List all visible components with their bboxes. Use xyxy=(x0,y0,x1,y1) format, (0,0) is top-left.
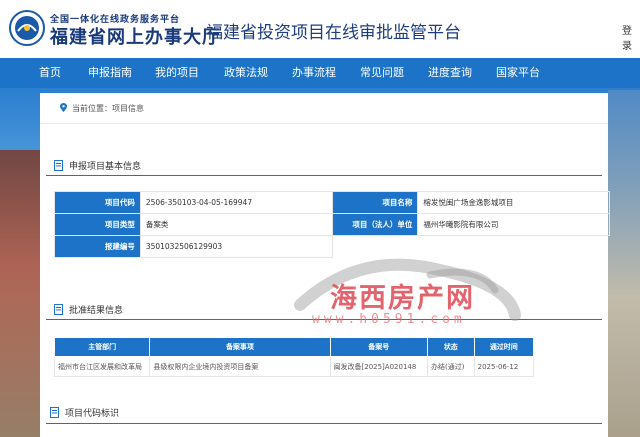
basic-info-title-text: 申报项目基本信息 xyxy=(69,162,142,172)
location-pin-icon xyxy=(60,103,67,112)
legal-unit-value: 福州华曦影院有限公司 xyxy=(417,213,610,236)
platform-title: 福建省投资项目在线审批监管平台 xyxy=(206,23,461,43)
table-cell: 县级权限内企业境内投资项目备案 xyxy=(149,356,331,377)
project-code-value: 2506-350103-04-05-169947 xyxy=(139,191,333,214)
section-underline xyxy=(46,175,602,176)
login-link[interactable]: 登录 xyxy=(622,22,640,52)
hall-logo-icon[interactable] xyxy=(8,9,46,47)
nav-item-process[interactable]: 办事流程 xyxy=(292,58,336,88)
project-type-label: 项目类型 xyxy=(54,213,141,236)
table-row: 项目代码 2506-350103-04-05-169947 项目名称 榕发悦闽广… xyxy=(54,191,610,214)
tower-image-right xyxy=(608,90,640,437)
approval-title-text: 批准结果信息 xyxy=(69,306,124,316)
col-header: 状态 xyxy=(427,337,475,357)
watermark-url: www.h0591.com xyxy=(312,312,466,327)
project-name-value: 榕发悦闽广场金逸影城项目 xyxy=(417,191,610,214)
empty-cell xyxy=(332,236,418,258)
project-code-label: 项目代码 xyxy=(54,191,141,214)
logo-title: 福建省网上办事大厅 xyxy=(50,27,221,48)
main-nav: 首页 申报指南 我的项目 政策法规 办事流程 常见问题 进度查询 国家平台 xyxy=(0,58,640,88)
report-no-value: 3501032506129903 xyxy=(139,235,333,258)
document-icon xyxy=(54,160,63,171)
nav-item-my-projects[interactable]: 我的项目 xyxy=(155,58,199,88)
table-cell: 福州市台江区发展和改革局 xyxy=(53,356,151,377)
table-cell: 闽发改备[2025]A020148 xyxy=(329,356,429,377)
table-row: 报建编号 3501032506129903 xyxy=(54,235,610,258)
col-header: 备案号 xyxy=(329,337,429,357)
nav-item-guide[interactable]: 申报指南 xyxy=(88,58,132,88)
legal-unit-label: 项目（法人）单位 xyxy=(331,213,419,236)
col-header: 通过时间 xyxy=(473,337,535,357)
basic-info-title: 申报项目基本信息 xyxy=(54,159,141,172)
project-name-label: 项目名称 xyxy=(331,191,419,214)
watermark-text: 海西房产网 xyxy=(330,283,475,314)
report-no-label: 报建编号 xyxy=(54,235,141,258)
document-icon xyxy=(50,407,59,418)
code-identifier-title-text: 项目代码标识 xyxy=(65,409,120,419)
code-identifier-title: 项目代码标识 xyxy=(50,406,119,419)
tower-image-left xyxy=(0,150,45,437)
table-cell: 2025-06-12 xyxy=(473,356,535,377)
empty-cell xyxy=(418,236,610,258)
approval-table: 主管部门 备案事项 备案号 状态 通过时间 福州市台江区发展和改革局 县级权限内… xyxy=(53,337,535,377)
document-icon xyxy=(54,304,63,315)
nav-item-faq[interactable]: 常见问题 xyxy=(360,58,404,88)
nav-item-progress[interactable]: 进度查询 xyxy=(428,58,472,88)
content-card: 当前位置：项目信息 申报项目基本信息 项目代码 2506-350103-04-0… xyxy=(40,93,610,437)
col-header: 备案事项 xyxy=(149,337,331,357)
basic-info-table: 项目代码 2506-350103-04-05-169947 项目名称 榕发悦闽广… xyxy=(54,191,610,258)
breadcrumb-text: 当前位置：项目信息 xyxy=(72,104,144,113)
nav-item-policies[interactable]: 政策法规 xyxy=(224,58,268,88)
breadcrumb: 当前位置：项目信息 xyxy=(60,103,144,114)
approval-title: 批准结果信息 xyxy=(54,303,123,316)
nav-item-national[interactable]: 国家平台 xyxy=(496,58,540,88)
project-type-value: 备案类 xyxy=(139,213,333,236)
table-cell: 办结(通过) xyxy=(427,356,475,377)
table-header-row: 主管部门 备案事项 备案号 状态 通过时间 xyxy=(53,337,535,357)
section-underline xyxy=(46,423,602,424)
header: 全国一体化在线政务服务平台 福建省网上办事大厅 福建省投资项目在线审批监管平台 … xyxy=(0,0,640,58)
col-header: 主管部门 xyxy=(53,337,151,357)
table-row: 项目类型 备案类 项目（法人）单位 福州华曦影院有限公司 xyxy=(54,213,610,236)
nav-item-home[interactable]: 首页 xyxy=(39,58,61,88)
divider xyxy=(40,123,608,124)
table-row: 福州市台江区发展和改革局 县级权限内企业境内投资项目备案 闽发改备[2025]A… xyxy=(53,356,535,377)
